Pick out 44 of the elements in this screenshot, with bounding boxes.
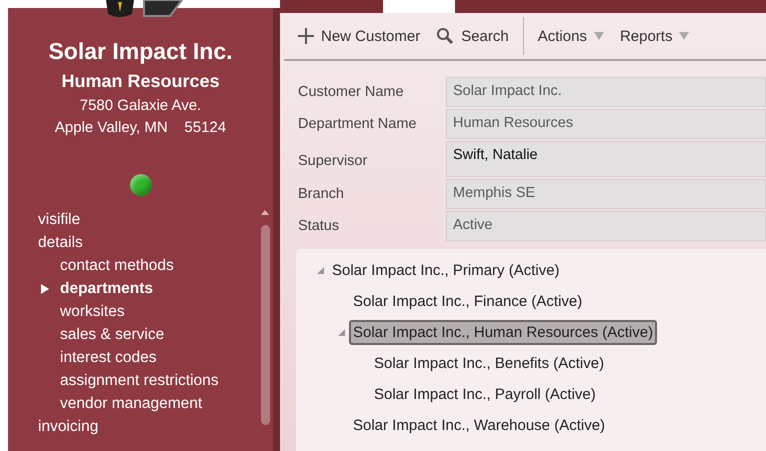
field-label: Department Name <box>297 115 418 134</box>
address-line: Apple Valley, MN 55124 <box>54 119 226 136</box>
search-icon <box>436 27 454 45</box>
field-label: Branch <box>297 185 345 204</box>
nav-link[interactable]: assignment restrictions <box>60 372 219 390</box>
input-field[interactable]: Active <box>446 211 766 241</box>
tree-item[interactable]: Solar Impact Inc., Primary (Active) <box>328 258 564 283</box>
tree-item[interactable]: Solar Impact Inc., Human Resources (Active) <box>349 320 658 345</box>
menu-button[interactable]: Actions <box>530 24 612 48</box>
caret-icon <box>594 32 604 40</box>
toolbar-button[interactable]: Search <box>428 23 517 49</box>
status-dot <box>130 174 152 196</box>
input-field[interactable]: Swift, Natalie <box>446 141 766 177</box>
nav-link[interactable]: worksites <box>60 302 125 320</box>
nav-link[interactable]: contact methods <box>60 256 174 274</box>
tree-item[interactable]: Solar Impact Inc., Finance (Active) <box>349 289 586 314</box>
nav-link[interactable]: vendor management <box>60 394 202 412</box>
nav-link[interactable]: details <box>38 234 83 252</box>
plus-icon <box>298 28 314 44</box>
expand-icon[interactable] <box>338 329 344 336</box>
field-label: Status <box>297 217 340 236</box>
expand-icon[interactable] <box>316 267 324 274</box>
customer-title: Solar Impact Inc. <box>48 38 233 65</box>
toolbar-button[interactable]: New Customer <box>290 24 428 48</box>
tree-item[interactable]: Solar Impact Inc., Benefits (Active) <box>370 351 608 376</box>
input-field[interactable]: Solar Impact Inc. <box>446 77 766 107</box>
nav-link[interactable]: interest codes <box>60 348 156 366</box>
caret-icon <box>679 32 690 40</box>
scroll-up-icon[interactable] <box>261 210 269 215</box>
address-line: 7580 Galaxie Ave. <box>80 97 202 114</box>
menu-button[interactable]: Reports <box>612 24 698 48</box>
tree-item[interactable]: Solar Impact Inc., Payroll (Active) <box>370 382 600 407</box>
input-field[interactable]: Memphis SE <box>446 179 766 209</box>
tree-item[interactable]: Solar Impact Inc., Warehouse (Active) <box>349 413 610 438</box>
nav-link[interactable]: visifile <box>38 210 80 228</box>
logo-icon <box>104 0 184 20</box>
field-label: Customer Name <box>297 83 405 102</box>
department-title: Human Resources <box>61 71 220 92</box>
nav-link[interactable]: invoicing <box>38 418 98 436</box>
input-field[interactable]: Human Resources <box>446 109 766 139</box>
field-label: Supervisor <box>297 152 368 171</box>
scrollbar-thumb[interactable] <box>260 225 270 425</box>
nav-link[interactable]: departments <box>60 280 154 298</box>
nav-link[interactable]: sales & service <box>60 326 164 344</box>
